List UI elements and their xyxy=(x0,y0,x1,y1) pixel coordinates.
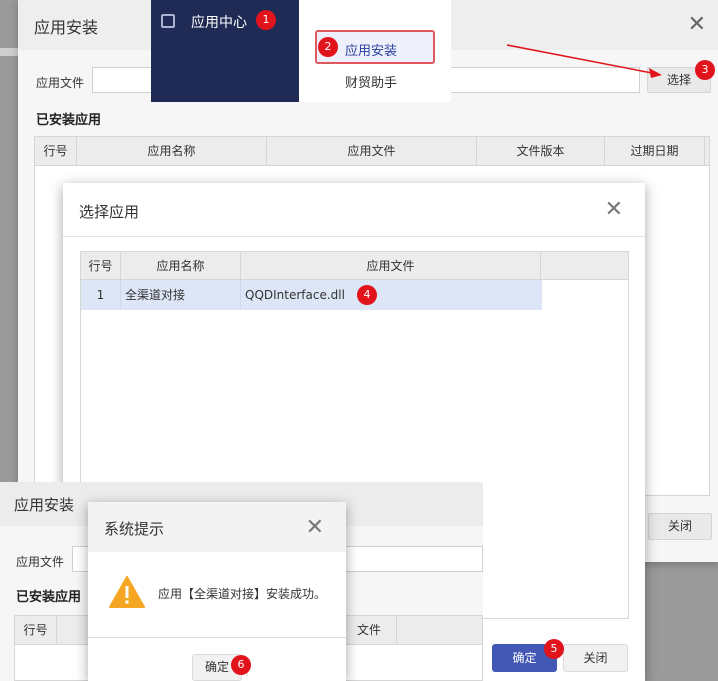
arrow-annotation xyxy=(506,44,662,78)
step-badge-5: 5 xyxy=(544,639,564,659)
step-badge-6: 6 xyxy=(231,655,251,675)
step-badge-2: 2 xyxy=(318,37,338,57)
step-badge-4: 4 xyxy=(357,285,377,305)
step-badge-3: 3 xyxy=(695,60,715,80)
step-badge-1: 1 xyxy=(256,10,276,30)
